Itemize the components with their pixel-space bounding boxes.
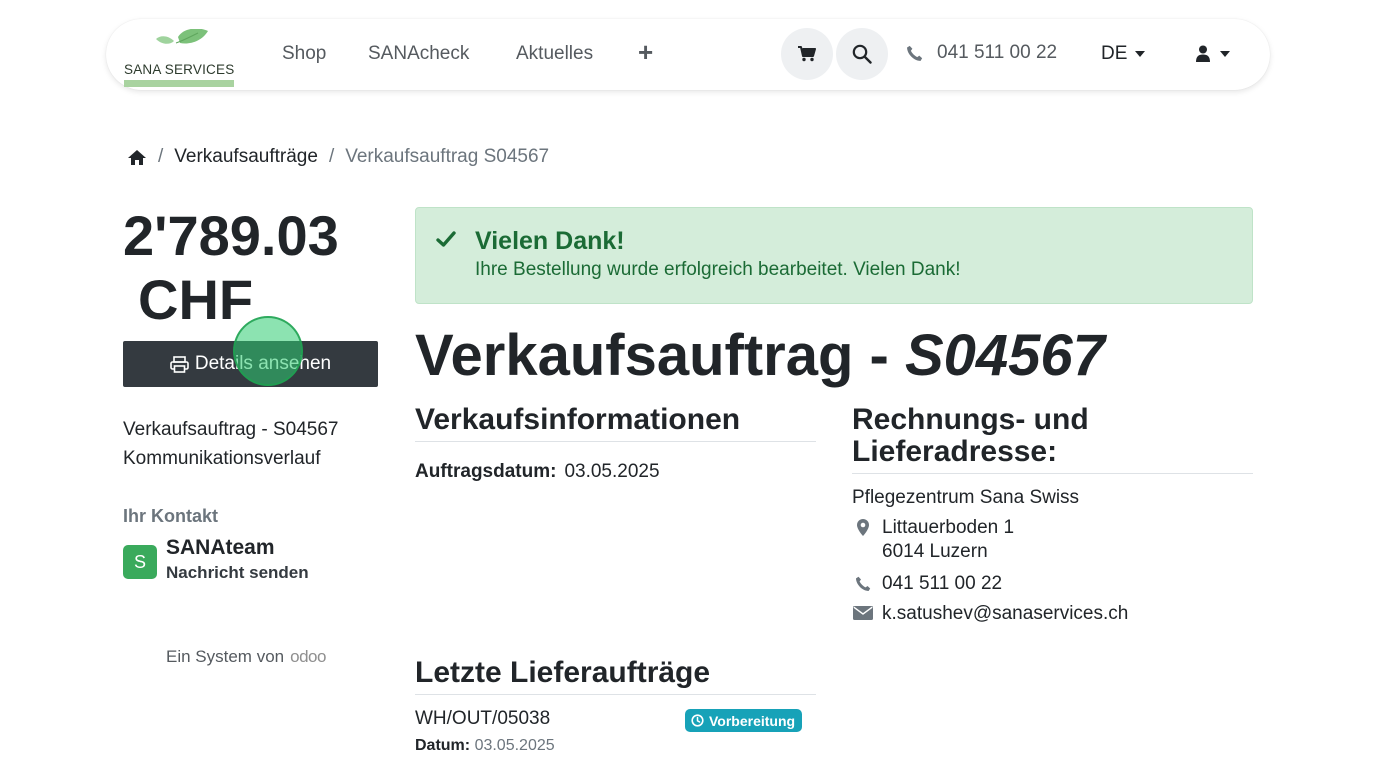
divider [415,694,816,695]
breadcrumb-current: Verkaufsauftrag S04567 [345,146,550,167]
leaf-icon [156,29,208,44]
contact-heading: Ihr Kontakt [123,506,219,526]
address-heading: Rechnungs- und Lieferadresse: [852,403,1089,469]
printer-icon [170,355,189,373]
brand-underline [124,80,234,87]
user-icon [1196,45,1210,62]
cart-button[interactable] [781,28,833,80]
search-button[interactable] [836,28,888,80]
phone-icon [855,576,870,591]
powered-by-label: Ein System von [166,647,285,666]
brand-name: SANA SERVICES [124,62,235,77]
delivery-date: Datum: 03.05.2025 [415,737,555,755]
top-navbar: SANA SERVICES Shop SANAcheck Aktuelles +… [106,19,1270,90]
alert-title: Vielen Dank! [475,227,625,255]
page-title: Verkaufsauftrag - S04567 [415,322,1105,389]
delivery-date-value: 03.05.2025 [474,737,555,754]
order-date-value: 03.05.2025 [564,461,660,482]
nav-phone-number: 041 511 00 22 [937,42,1058,63]
user-menu[interactable] [1196,45,1230,62]
delivery-reference[interactable]: WH/OUT/05038 [415,708,550,730]
address-city: 6014 Luzern [882,541,988,562]
nav-phone[interactable]: 041 511 00 22 [906,42,1057,64]
address-email-value[interactable]: k.satushev@sanaservices.ch [882,603,1128,625]
status-badge-label: Vorbereitung [709,712,796,729]
order-date: Auftragsdatum: 03.05.2025 [415,461,660,483]
avatar: S [123,545,157,579]
breadcrumb-separator: / [328,146,335,167]
order-date-label: Auftragsdatum: [415,461,557,482]
address-email: k.satushev@sanaservices.ch [852,603,1128,625]
send-message-link[interactable]: Nachricht senden [166,563,309,583]
chevron-down-icon [1220,50,1230,57]
nav-item-aktuelles[interactable]: Aktuelles [516,43,593,65]
delivery-date-label: Datum: [415,737,471,754]
sidebar-link-order[interactable]: Verkaufsauftrag - S04567 [123,419,338,441]
nav-item-shop[interactable]: Shop [282,43,326,65]
status-badge: Vorbereitung [685,709,803,732]
address-name: Pflegezentrum Sana Swiss [852,487,1080,508]
divider [415,441,816,442]
nav-more-button[interactable]: + [638,39,653,65]
contact-name: SANAteam [166,536,275,559]
address-phone-number: 041 511 00 22 [882,573,1003,594]
alert-message: Ihre Bestellung wurde erfolgreich bearbe… [475,259,961,280]
brand-logo[interactable]: SANA SERVICES [122,29,236,87]
deliveries-heading: Letzte Lieferaufträge [415,656,711,689]
page-title-number: S04567 [904,323,1105,388]
odoo-logo[interactable]: odoo [290,647,326,667]
home-icon[interactable] [127,149,147,166]
map-marker-icon [856,519,869,536]
nav-item-sanacheck[interactable]: SANAcheck [368,43,469,65]
cart-icon [798,46,816,62]
address-location: Littauerboden 1 6014 Luzern [852,516,1014,564]
language-label: DE [1101,43,1128,64]
powered-by: Ein System von odoo [166,647,326,667]
sidebar-link-history[interactable]: Kommunikationsverlauf [123,448,320,470]
order-total-amount: 2'789.03 [123,204,339,267]
divider [852,473,1253,474]
page-title-prefix: Verkaufsauftrag - [415,323,905,388]
sales-info-heading: Verkaufsinformationen [415,403,741,436]
clock-icon [691,714,704,727]
breadcrumb-sales-orders[interactable]: Verkaufsaufträge [174,146,318,168]
chevron-down-icon [1135,51,1146,57]
check-icon [436,231,456,247]
phone-icon [907,45,923,61]
click-indicator [233,316,303,386]
search-icon [852,44,872,64]
success-alert: Vielen Dank! Ihre Bestellung wurde erfol… [415,207,1253,304]
breadcrumb: / Verkaufsaufträge / Verkaufsauftrag S04… [127,146,549,168]
envelope-icon [852,606,873,620]
breadcrumb-separator: / [158,146,164,167]
address-phone: 041 511 00 22 [852,573,1002,595]
language-selector[interactable]: DE [1101,43,1146,65]
order-total-currency: CHF [138,268,254,331]
address-street: Littauerboden 1 [882,517,1015,538]
